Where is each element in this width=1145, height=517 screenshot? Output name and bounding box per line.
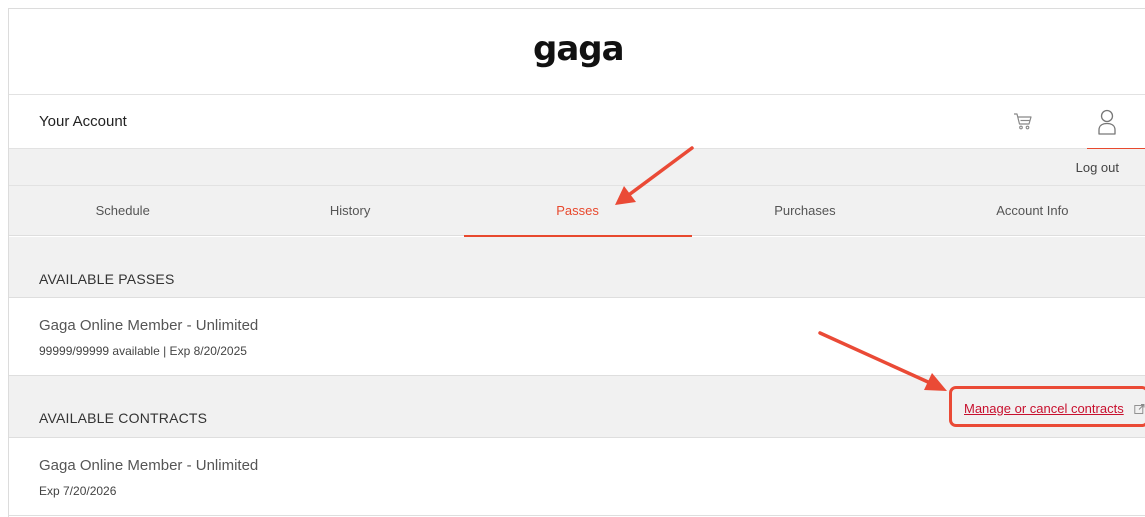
pass-detail: 99999/99999 available | Exp 8/20/2025 (39, 344, 247, 358)
pass-item: Gaga Online Member - Unlimited 99999/999… (9, 298, 1145, 376)
account-page: gaga Your Account Log out Schedule Histo… (8, 8, 1145, 517)
contract-name: Gaga Online Member - Unlimited (39, 457, 259, 474)
tab-purchases[interactable]: Purchases (691, 186, 918, 236)
manage-contracts-link[interactable]: Manage or cancel contracts (964, 401, 1124, 416)
tab-history[interactable]: History (236, 186, 463, 236)
user-icon[interactable] (1087, 107, 1145, 150)
logout-link[interactable]: Log out (1076, 160, 1119, 175)
external-link-icon[interactable] (1134, 402, 1145, 414)
pass-name: Gaga Online Member - Unlimited (39, 317, 259, 334)
tab-schedule[interactable]: Schedule (9, 186, 236, 236)
tab-account-info[interactable]: Account Info (919, 186, 1145, 236)
contract-detail: Exp 7/20/2026 (39, 484, 117, 498)
page-title: Your Account (39, 113, 127, 130)
account-header: Your Account (9, 95, 1145, 150)
tab-passes[interactable]: Passes (463, 186, 693, 237)
passes-section-title: AVAILABLE PASSES (39, 271, 175, 287)
contract-item: Gaga Online Member - Unlimited Exp 7/20/… (9, 438, 1145, 516)
cart-icon[interactable] (1012, 111, 1034, 131)
gaga-logo[interactable]: gaga (533, 29, 625, 69)
logo-header: gaga (9, 9, 1145, 95)
passes-section-header: AVAILABLE PASSES (9, 237, 1145, 298)
contracts-section-title: AVAILABLE CONTRACTS (39, 410, 208, 426)
logout-bar: Log out (9, 149, 1145, 186)
account-tabs: Schedule History Passes Purchases Accoun… (9, 186, 1145, 237)
